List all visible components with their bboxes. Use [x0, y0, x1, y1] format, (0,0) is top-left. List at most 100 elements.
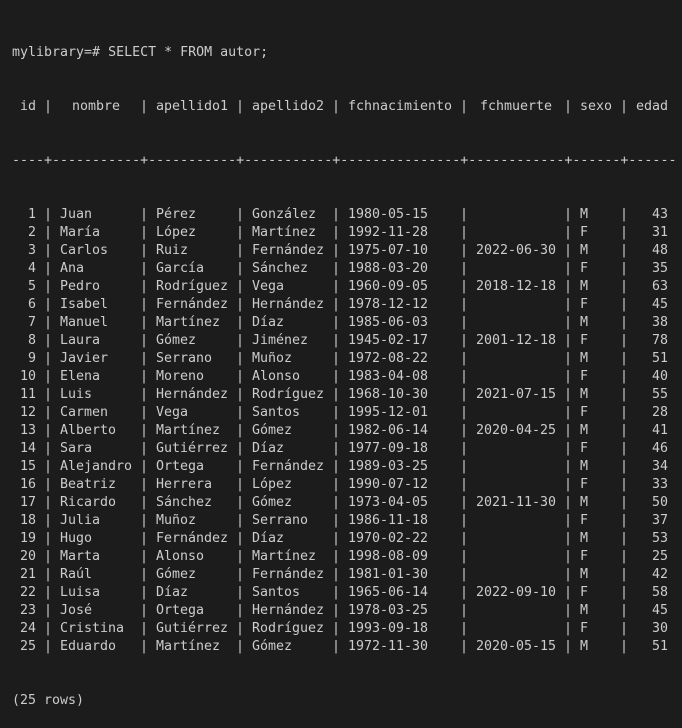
column-divider	[140, 224, 148, 242]
column-divider	[564, 566, 572, 584]
column-divider	[564, 584, 572, 602]
cell-apellido2: Santos	[252, 405, 301, 420]
column-divider	[564, 350, 572, 368]
cell-id: 18	[19, 513, 36, 528]
column-divider	[140, 242, 148, 260]
cell-edad: 58	[651, 585, 668, 600]
cell-nombre: José	[60, 603, 93, 618]
column-divider	[140, 98, 148, 116]
cell-apellido2: Díaz	[252, 531, 285, 546]
column-divider	[44, 332, 52, 350]
cell-apellido2: Vega	[252, 279, 285, 294]
column-divider	[140, 350, 148, 368]
column-divider	[44, 512, 52, 530]
cell-apellido1: Gutiérrez	[156, 441, 229, 456]
cell-nombre: Julia	[60, 513, 101, 528]
cell-fchnacimiento: 1980-05-15	[348, 207, 429, 222]
cell-sexo: F	[580, 405, 589, 420]
cell-apellido2: Hernández	[252, 297, 325, 312]
cell-apellido2: Santos	[252, 585, 301, 600]
cell-apellido1: Fernández	[156, 297, 229, 312]
column-divider	[44, 440, 52, 458]
table-row: 25 Eduardo Martínez Gómez 1972-11-30 2020-05-…	[12, 638, 676, 656]
cell-edad: 37	[651, 513, 668, 528]
column-header-id: id	[19, 99, 36, 114]
cell-sexo: F	[580, 261, 589, 276]
table-row: 2 María López Martínez 1992-11-28 F 31	[12, 224, 676, 242]
column-divider	[620, 368, 628, 386]
column-header-nombre: nombre	[71, 99, 121, 114]
column-divider	[460, 314, 468, 332]
column-divider	[460, 296, 468, 314]
cell-fchnacimiento: 1975-07-10	[348, 243, 429, 258]
column-divider	[44, 620, 52, 638]
table-row: 11 Luis Hernández Rodríguez 1968-10-30 2021-0…	[12, 386, 676, 404]
column-divider	[332, 566, 340, 584]
cell-edad: 35	[651, 261, 668, 276]
cell-id: 7	[27, 315, 36, 330]
cell-nombre: Ricardo	[60, 495, 117, 510]
column-divider	[236, 476, 244, 494]
column-divider	[564, 296, 572, 314]
cell-sexo: M	[580, 423, 589, 438]
table-row: 23 José Ortega Hernández 1978-03-25 M 45	[12, 602, 676, 620]
column-divider	[236, 422, 244, 440]
column-divider	[140, 404, 148, 422]
cell-fchmuerte: 2021-11-30	[476, 495, 557, 510]
column-divider	[564, 548, 572, 566]
column-divider	[332, 368, 340, 386]
column-divider	[620, 296, 628, 314]
column-divider	[140, 548, 148, 566]
column-divider	[44, 350, 52, 368]
cell-nombre: Hugo	[60, 531, 93, 546]
column-divider	[140, 368, 148, 386]
table-row: 16 Beatriz Herrera López 1990-07-12 F 33	[12, 476, 676, 494]
column-divider	[460, 224, 468, 242]
column-divider	[620, 350, 628, 368]
cell-apellido2: Serrano	[252, 513, 309, 528]
column-divider	[44, 260, 52, 278]
cell-apellido2: Martínez	[252, 549, 317, 564]
column-divider	[460, 278, 468, 296]
column-divider	[564, 368, 572, 386]
column-divider	[44, 386, 52, 404]
cell-sexo: M	[580, 567, 589, 582]
column-header-sexo: sexo	[579, 99, 613, 114]
column-divider	[564, 512, 572, 530]
column-divider	[620, 494, 628, 512]
cell-edad: 30	[651, 621, 668, 636]
column-divider	[620, 386, 628, 404]
cell-apellido2: Hernández	[252, 603, 325, 618]
cell-fchnacimiento: 1968-10-30	[348, 387, 429, 402]
column-divider	[620, 566, 628, 584]
column-divider	[140, 260, 148, 278]
column-divider	[236, 206, 244, 224]
cell-apellido1: Sánchez	[156, 495, 213, 510]
cell-nombre: Manuel	[60, 315, 109, 330]
terminal-window[interactable]: mylibrary=# SELECT * FROM autor; id nombr…	[12, 8, 676, 728]
column-divider	[460, 530, 468, 548]
result-rows: 1JuanPérezGonzález1980-05-15M432MaríaLóp…	[12, 206, 676, 656]
cell-apellido1: Hernández	[156, 387, 229, 402]
cell-nombre: Eduardo	[60, 639, 117, 654]
column-divider	[620, 332, 628, 350]
cell-edad: 50	[651, 495, 668, 510]
cell-nombre: Alberto	[60, 423, 117, 438]
cell-id: 17	[19, 495, 36, 510]
cell-id: 15	[19, 459, 36, 474]
cell-fchmuerte: 2022-06-30	[476, 243, 557, 258]
column-divider	[460, 548, 468, 566]
column-divider	[564, 602, 572, 620]
cell-id: 9	[27, 351, 36, 366]
column-divider	[236, 584, 244, 602]
cell-apellido2: Muñoz	[252, 351, 293, 366]
cell-nombre: Luisa	[60, 585, 101, 600]
cell-sexo: M	[580, 315, 589, 330]
cell-sexo: M	[580, 495, 589, 510]
column-divider	[564, 260, 572, 278]
column-divider	[620, 476, 628, 494]
table-row: 19 Hugo Fernández Díaz 1970-02-22 M 53	[12, 530, 676, 548]
column-divider	[44, 278, 52, 296]
column-divider	[140, 602, 148, 620]
cell-id: 11	[19, 387, 36, 402]
